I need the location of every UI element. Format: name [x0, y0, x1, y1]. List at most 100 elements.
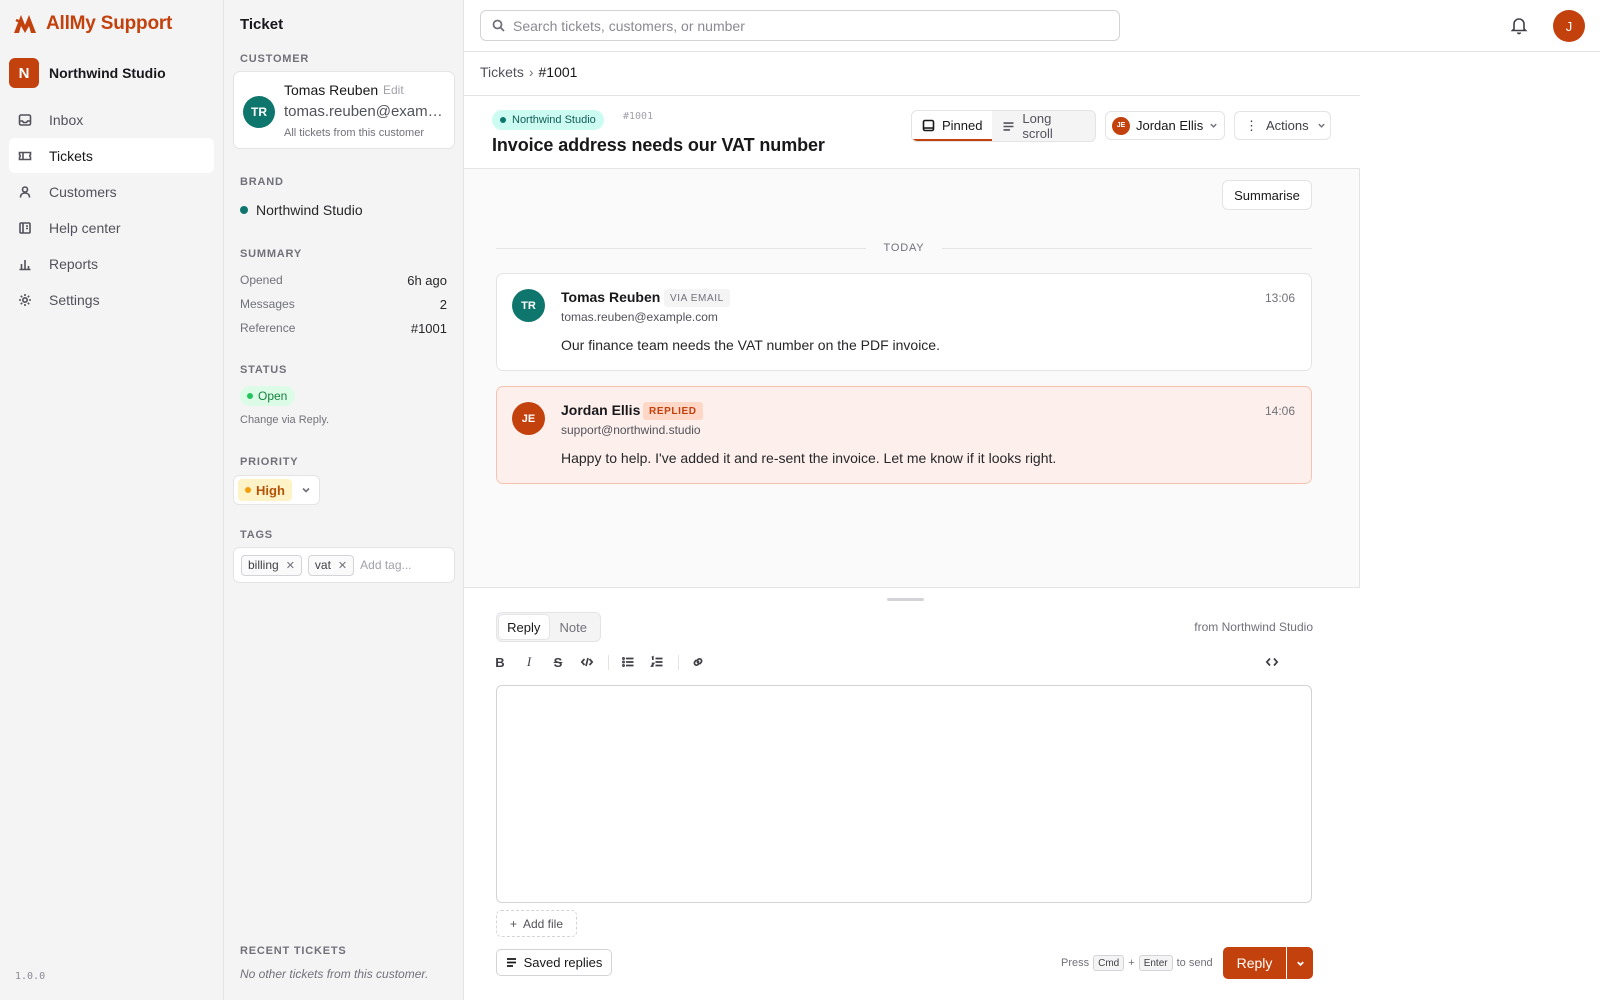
- brand-dot-icon: [500, 117, 506, 123]
- breadcrumb-tickets[interactable]: Tickets: [480, 64, 524, 80]
- book-icon: [19, 221, 31, 234]
- toolbar-divider: [678, 655, 679, 670]
- bullet-list-icon: [622, 657, 634, 667]
- status-badge: Open: [240, 386, 296, 406]
- tag-chip: billing ✕: [241, 554, 302, 576]
- ticket-details-panel: Ticket CUSTOMER TR Tomas Reuben Edit tom…: [224, 0, 464, 1000]
- priority-dot-icon: [245, 487, 251, 493]
- app-name: AllMy Support: [46, 13, 173, 34]
- add-tag-input[interactable]: [360, 558, 441, 572]
- nav-item-reports[interactable]: Reports: [9, 246, 214, 281]
- strikethrough-button[interactable]: S: [546, 650, 570, 674]
- message-body: Our finance team needs the VAT number on…: [561, 337, 940, 353]
- nav-item-customers[interactable]: Customers: [9, 174, 214, 209]
- chevron-down-icon: [1210, 123, 1217, 128]
- send-shortcut-hint: Press Cmd + Enter to send: [1061, 955, 1213, 971]
- reply-editor[interactable]: [496, 685, 1312, 903]
- message-card: TR Tomas Reuben VIA EMAIL tomas.reuben@e…: [496, 273, 1312, 371]
- ticket-icon: [18, 151, 32, 160]
- view-pinned-label: Pinned: [942, 117, 983, 133]
- nav-item-inbox[interactable]: Inbox: [9, 102, 214, 137]
- workspace-badge: N: [9, 58, 39, 88]
- tab-note[interactable]: Note: [549, 615, 599, 639]
- kbd-cmd: Cmd: [1093, 955, 1125, 971]
- priority-badge: High: [238, 479, 292, 501]
- view-long-label: Long scroll: [1022, 111, 1053, 141]
- code-icon: [580, 657, 594, 667]
- nav-label: Inbox: [49, 111, 84, 128]
- nav-label: Help center: [49, 219, 121, 236]
- priority-text: High: [256, 482, 285, 498]
- search-input[interactable]: [513, 17, 1103, 34]
- actions-label: Actions: [1266, 118, 1309, 133]
- edit-customer-link[interactable]: Edit: [383, 83, 404, 97]
- bold-button[interactable]: B: [488, 650, 512, 674]
- view-pinned-button[interactable]: Pinned: [912, 111, 993, 141]
- notifications-bell-icon[interactable]: [1509, 15, 1529, 35]
- summary-row-reference: Reference #1001: [240, 321, 447, 336]
- actions-menu-button[interactable]: ⋮ Actions: [1234, 111, 1331, 140]
- pinned-layout-icon: [922, 119, 935, 131]
- add-file-button[interactable]: + Add file: [496, 910, 577, 937]
- summary-row-opened: Opened 6h ago: [240, 273, 447, 288]
- ticket-number: #1001: [623, 111, 654, 122]
- saved-replies-button[interactable]: Saved replies: [496, 949, 612, 976]
- customer-section-label: CUSTOMER: [240, 53, 310, 65]
- user-avatar[interactable]: J: [1553, 10, 1585, 42]
- source-view-button[interactable]: [1260, 650, 1284, 674]
- nav-item-settings[interactable]: Settings: [9, 282, 214, 317]
- assignee-name: Jordan Ellis: [1136, 118, 1204, 133]
- numbered-list-button[interactable]: [645, 650, 669, 674]
- code-button[interactable]: [575, 650, 599, 674]
- lines-icon: [1003, 121, 1014, 131]
- customer-avatar: TR: [243, 96, 275, 128]
- strikethrough-icon: S: [553, 654, 563, 670]
- user-icon: [19, 185, 31, 198]
- hint-text: +: [1128, 957, 1135, 969]
- workspace-switcher[interactable]: N Northwind Studio: [9, 58, 166, 88]
- priority-select[interactable]: High: [233, 475, 320, 505]
- recent-tickets-empty: No other tickets from this customer.: [240, 967, 429, 981]
- app-logo[interactable]: AllMy Support: [12, 10, 172, 38]
- remove-tag-icon[interactable]: ✕: [286, 559, 295, 572]
- status-note: Change via Reply.: [240, 414, 330, 426]
- view-long-scroll-button[interactable]: Long scroll: [992, 111, 1095, 141]
- nav-label: Settings: [49, 291, 100, 308]
- assignee-select[interactable]: JE Jordan Ellis: [1105, 111, 1225, 140]
- tags-field[interactable]: billing ✕ vat ✕: [233, 547, 455, 583]
- tab-reply[interactable]: Reply: [499, 615, 549, 639]
- italic-icon: I: [526, 654, 532, 669]
- send-reply-button[interactable]: Reply: [1223, 947, 1286, 979]
- italic-button[interactable]: I: [517, 650, 541, 674]
- tag-label: billing: [248, 558, 279, 572]
- workspace-name: Northwind Studio: [49, 65, 166, 81]
- summary-row-messages: Messages 2: [240, 297, 447, 312]
- logo-icon: [14, 15, 36, 33]
- reply-composer: Reply Note from Northwind Studio B I S +…: [464, 587, 1360, 1000]
- message-sender-email: tomas.reuben@example.com: [561, 310, 718, 324]
- link-icon: [693, 658, 703, 666]
- remove-tag-icon[interactable]: ✕: [338, 559, 347, 572]
- breadcrumb-separator: ›: [528, 64, 534, 80]
- summary-value: 6h ago: [407, 273, 447, 288]
- nav-item-tickets[interactable]: Tickets: [9, 138, 214, 173]
- send-options-button[interactable]: [1287, 947, 1313, 979]
- global-search[interactable]: [480, 10, 1120, 41]
- resize-handle[interactable]: [887, 598, 924, 601]
- nav-label: Tickets: [49, 147, 93, 164]
- priority-section-label: PRIORITY: [240, 456, 299, 468]
- bullet-list-button[interactable]: [616, 650, 640, 674]
- nav-label: Reports: [49, 255, 99, 272]
- view-mode-toggle: Pinned Long scroll: [911, 110, 1096, 142]
- summary-key: Opened: [240, 273, 283, 287]
- message-channel-badge: VIA EMAIL: [664, 289, 730, 307]
- summarise-button[interactable]: Summarise: [1222, 180, 1312, 210]
- insert-link-button[interactable]: [686, 650, 710, 674]
- message-card: JE Jordan Ellis REPLIED support@northwin…: [496, 386, 1312, 484]
- breadcrumb: Tickets › #1001: [480, 64, 577, 80]
- nav-label: Customers: [49, 183, 117, 200]
- status-dot-icon: [247, 393, 253, 399]
- nav-item-help-center[interactable]: Help center: [9, 210, 214, 245]
- brand-section-label: BRAND: [240, 176, 284, 188]
- all-customer-tickets-link[interactable]: All tickets from this customer: [284, 127, 424, 139]
